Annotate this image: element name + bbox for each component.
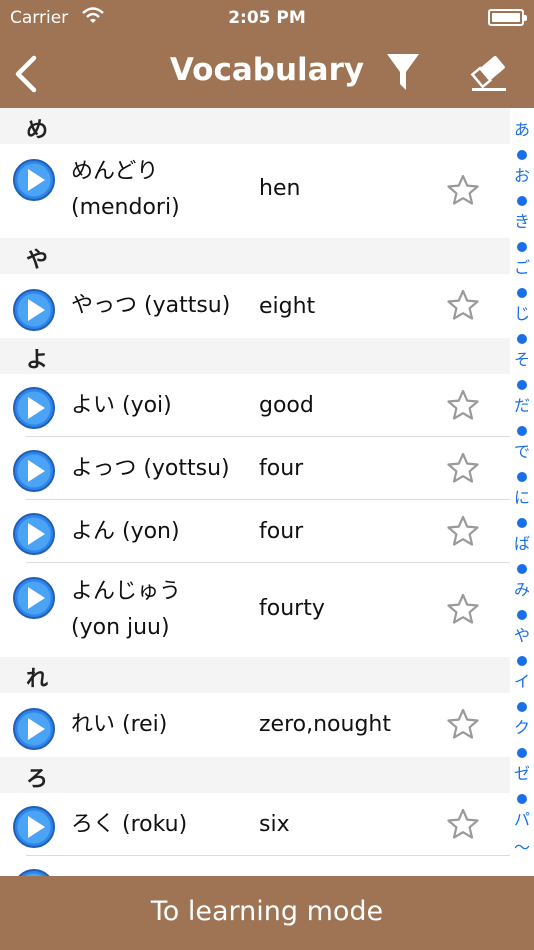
index-dot: [517, 150, 527, 160]
meaning-text: four: [259, 519, 304, 544]
list-item[interactable]: よい (yoi) good: [0, 374, 510, 437]
meaning-text: good: [259, 393, 314, 418]
clock: 2:05 PM: [228, 8, 306, 28]
play-audio-icon[interactable]: [12, 805, 56, 849]
section-index[interactable]: あ お き ご じ そ だ で に ば み や イ ク ゼ パ 〜: [510, 116, 534, 866]
meaning-text: six: [259, 812, 290, 837]
index-dot: [517, 196, 527, 206]
word-text: よっつ (yottsu): [71, 456, 230, 481]
index-item[interactable]: ば: [510, 534, 534, 554]
index-dot: [517, 288, 527, 298]
battery-icon: [488, 9, 527, 26]
star-icon[interactable]: [445, 288, 481, 324]
list-item[interactable]: ろく (roku) six: [0, 793, 510, 856]
play-audio-icon[interactable]: [12, 868, 56, 876]
meaning-text: four: [259, 456, 304, 481]
list-item[interactable]: やっつ (yattsu) eight: [0, 274, 510, 338]
meaning-text: zero,nought: [259, 712, 391, 737]
play-audio-icon[interactable]: [12, 512, 56, 556]
word-text: よんじゅう: [71, 579, 182, 604]
learning-mode-button[interactable]: To learning mode: [0, 896, 534, 927]
star-icon[interactable]: [445, 451, 481, 487]
eraser-icon[interactable]: [468, 52, 510, 94]
index-dot: [517, 518, 527, 528]
list-item[interactable]: よんじゅう (yon juu) fourty: [0, 563, 510, 657]
index-dot: [517, 380, 527, 390]
meaning-text: eight: [259, 294, 316, 319]
star-icon[interactable]: [445, 514, 481, 550]
word-text: ろく (roku): [71, 812, 188, 837]
navigation-bar: Vocabulary: [0, 40, 534, 108]
index-item[interactable]: き: [510, 212, 534, 232]
meaning-text: fourty: [259, 596, 325, 621]
meaning-text: hen: [259, 176, 301, 201]
section-header: ろ: [0, 757, 510, 793]
index-item[interactable]: お: [510, 166, 534, 186]
play-audio-icon[interactable]: [12, 386, 56, 430]
play-audio-icon[interactable]: [12, 707, 56, 751]
section-header: め: [0, 108, 510, 144]
list-item[interactable]: れい (rei) zero,nought: [0, 693, 510, 757]
section-header: や: [0, 238, 510, 274]
list-item[interactable]: めんどり (mendori) hen: [0, 144, 510, 238]
star-icon[interactable]: [445, 173, 481, 209]
bottom-toolbar: To learning mode: [0, 876, 534, 950]
star-icon[interactable]: [445, 707, 481, 743]
index-dot: [517, 748, 527, 758]
word-text: めんどり: [71, 159, 159, 184]
index-item[interactable]: に: [510, 488, 534, 508]
index-item[interactable]: 〜: [510, 838, 534, 858]
play-audio-icon[interactable]: [12, 288, 56, 332]
index-dot: [517, 610, 527, 620]
star-icon[interactable]: [445, 807, 481, 843]
reading-text: (mendori): [71, 195, 180, 220]
filter-icon[interactable]: [386, 52, 420, 94]
section-header: よ: [0, 338, 510, 374]
index-item[interactable]: ク: [510, 718, 534, 738]
word-text: よい (yoi): [71, 393, 172, 418]
index-dot: [517, 426, 527, 436]
star-icon[interactable]: [445, 592, 481, 628]
play-audio-icon[interactable]: [12, 449, 56, 493]
index-item[interactable]: そ: [510, 350, 534, 370]
star-icon[interactable]: [445, 388, 481, 424]
index-item[interactable]: や: [510, 626, 534, 646]
index-dot: [517, 334, 527, 344]
index-item[interactable]: だ: [510, 396, 534, 416]
index-dot: [517, 564, 527, 574]
index-dot: [517, 472, 527, 482]
index-item[interactable]: ゼ: [510, 764, 534, 784]
vocabulary-list[interactable]: め めんどり (mendori) hen や やっつ (yattsu) eigh…: [0, 108, 510, 876]
index-item[interactable]: み: [510, 580, 534, 600]
index-dot: [517, 794, 527, 804]
index-item[interactable]: イ: [510, 672, 534, 692]
list-item[interactable]: よっつ (yottsu) four: [0, 437, 510, 500]
index-item[interactable]: ご: [510, 258, 534, 278]
index-dot: [517, 702, 527, 712]
reading-text: (yon juu): [71, 615, 170, 640]
status-bar: Carrier 2:05 PM: [0, 0, 534, 40]
index-item[interactable]: パ: [510, 810, 534, 830]
index-item[interactable]: で: [510, 442, 534, 462]
index-dot: [517, 656, 527, 666]
list-item[interactable]: [0, 856, 510, 876]
play-audio-icon[interactable]: [12, 576, 56, 620]
word-text: やっつ (yattsu): [71, 293, 231, 318]
index-item[interactable]: あ: [510, 120, 534, 140]
index-item[interactable]: じ: [510, 304, 534, 324]
section-header: れ: [0, 657, 510, 693]
page-title: Vocabulary: [169, 52, 365, 88]
list-item[interactable]: よん (yon) four: [0, 500, 510, 563]
play-audio-icon[interactable]: [12, 158, 56, 202]
index-dot: [517, 242, 527, 252]
word-text: れい (rei): [71, 712, 168, 737]
word-text: よん (yon): [71, 519, 180, 544]
